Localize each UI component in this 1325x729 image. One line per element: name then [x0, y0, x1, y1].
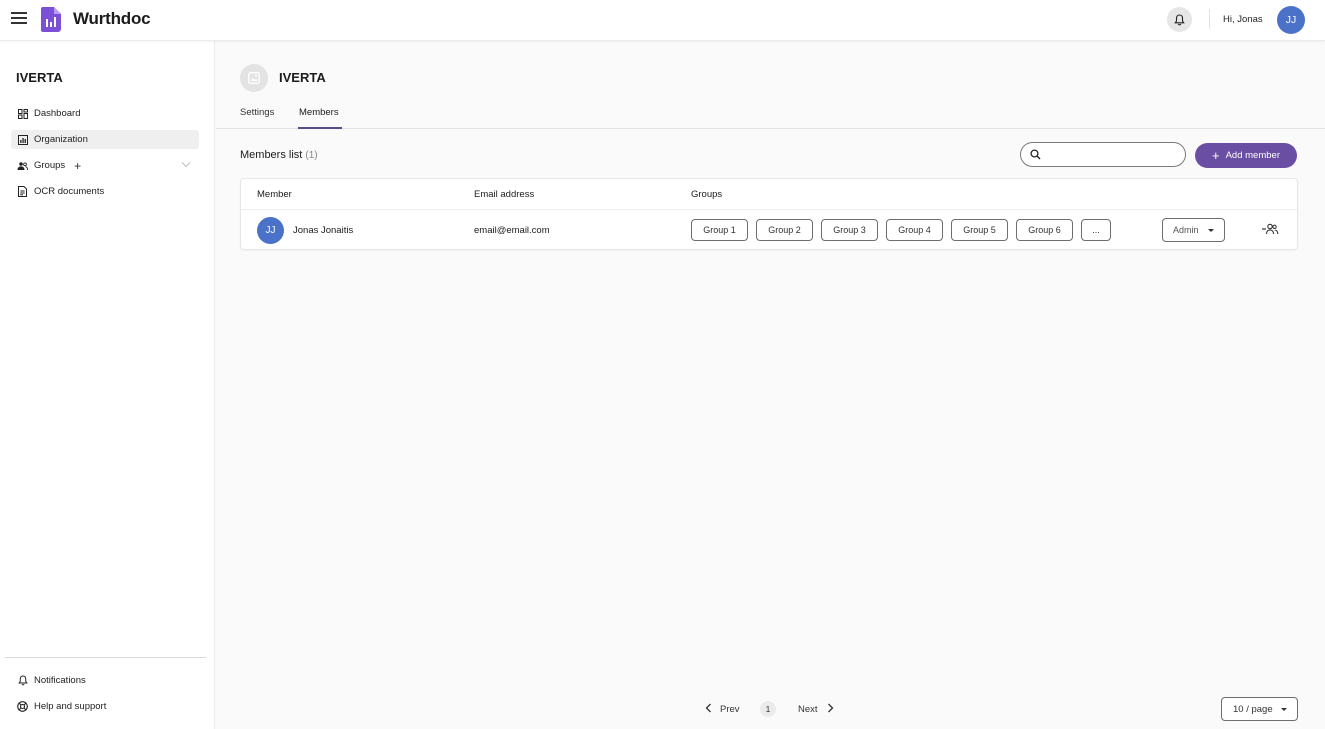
remove-member-icon[interactable]: [1261, 222, 1279, 236]
sidebar-item-label: Organization: [34, 134, 88, 145]
sidebar-item-dashboard[interactable]: Dashboard: [11, 104, 199, 123]
more-groups-chip[interactable]: ...: [1081, 219, 1111, 241]
org-logo-placeholder: [240, 64, 268, 92]
caret-down-icon: [1208, 229, 1214, 232]
page-size-value: 10 / page: [1233, 703, 1273, 715]
group-chip[interactable]: Group 6: [1016, 219, 1073, 241]
prev-page-button[interactable]: Prev: [720, 704, 740, 715]
search-input[interactable]: [1047, 149, 1177, 160]
page-title: IVERTA: [279, 70, 326, 85]
sidebar-item-help-and-support[interactable]: Help and support: [11, 697, 199, 716]
image-icon: [248, 72, 260, 84]
role-select[interactable]: Admin: [1162, 218, 1225, 242]
add-group-icon[interactable]: +: [74, 160, 81, 172]
add-member-label: Add member: [1225, 150, 1280, 161]
bell-icon: [17, 675, 28, 686]
bell-icon: [1174, 13, 1185, 25]
top-bar: Wurthdoc Hi, Jonas JJ: [0, 0, 1325, 41]
group-chip[interactable]: Group 3: [821, 219, 878, 241]
column-header-groups: Groups: [691, 189, 723, 200]
group-chip[interactable]: Group 1: [691, 219, 748, 241]
tab-members[interactable]: Members: [299, 107, 339, 118]
tabs-divider: [216, 128, 1325, 129]
header-divider: [1209, 9, 1210, 29]
search-icon: [1030, 149, 1041, 160]
main-content: IVERTA Settings Members Members list (1)…: [216, 41, 1325, 729]
table-header-divider: [241, 209, 1297, 210]
caret-down-icon: [1281, 708, 1287, 711]
group-chip[interactable]: Group 2: [756, 219, 813, 241]
prev-chevron-icon[interactable]: [705, 703, 712, 716]
sidebar-item-ocr-documents[interactable]: OCR documents: [11, 182, 199, 201]
groups-icon: [17, 160, 28, 171]
brand-name: Wurthdoc: [73, 9, 151, 28]
sidebar-item-label: Groups: [34, 160, 66, 171]
sidebar-item-label: Notifications: [34, 675, 86, 686]
hamburger-menu-icon[interactable]: [11, 12, 27, 26]
chevron-down-icon[interactable]: [181, 160, 191, 171]
sidebar-item-label: Help and support: [34, 701, 107, 712]
role-value: Admin: [1173, 225, 1199, 235]
member-email: email@email.com: [474, 225, 550, 236]
sidebar-item-groups[interactable]: Groups +: [11, 156, 201, 175]
members-list-title: Members list (1): [240, 149, 318, 161]
sidebar-item-label: Dashboard: [34, 108, 81, 119]
tab-settings[interactable]: Settings: [240, 107, 274, 118]
sidebar-item-label: OCR documents: [34, 186, 105, 197]
sidebar: IVERTA Dashboard Organization Groups + O…: [0, 41, 215, 729]
user-avatar[interactable]: JJ: [1277, 6, 1305, 34]
member-name: Jonas Jonaitis: [293, 225, 354, 236]
next-page-button[interactable]: Next: [798, 704, 818, 715]
members-count: (1): [305, 150, 318, 161]
plus-icon: +: [1212, 148, 1220, 163]
active-tab-indicator: [298, 127, 342, 129]
sidebar-item-notifications[interactable]: Notifications: [11, 671, 199, 690]
wurthdoc-logo[interactable]: [41, 7, 61, 32]
sidebar-item-organization[interactable]: Organization: [11, 130, 199, 149]
add-member-button[interactable]: + Add member: [1195, 143, 1297, 168]
sidebar-divider: [5, 657, 206, 658]
members-list-label: Members list: [240, 149, 303, 161]
group-chip[interactable]: Group 5: [951, 219, 1008, 241]
group-chip[interactable]: Group 4: [886, 219, 943, 241]
members-table: Member Email address Groups JJ Jonas Jon…: [240, 178, 1298, 250]
current-page[interactable]: 1: [760, 701, 776, 717]
page-size-select[interactable]: 10 / page: [1221, 697, 1298, 721]
column-header-email: Email address: [474, 189, 535, 200]
column-header-member: Member: [257, 189, 292, 200]
search-field[interactable]: [1020, 142, 1186, 167]
sidebar-org-name: IVERTA: [16, 70, 63, 85]
help-icon: [17, 701, 28, 712]
organization-icon: [17, 134, 28, 145]
user-greeting: Hi, Jonas: [1223, 14, 1263, 25]
notifications-button[interactable]: [1167, 7, 1192, 32]
next-chevron-icon[interactable]: [827, 703, 834, 716]
member-avatar: JJ: [257, 217, 284, 244]
dashboard-icon: [17, 108, 28, 119]
document-icon: [17, 186, 28, 197]
